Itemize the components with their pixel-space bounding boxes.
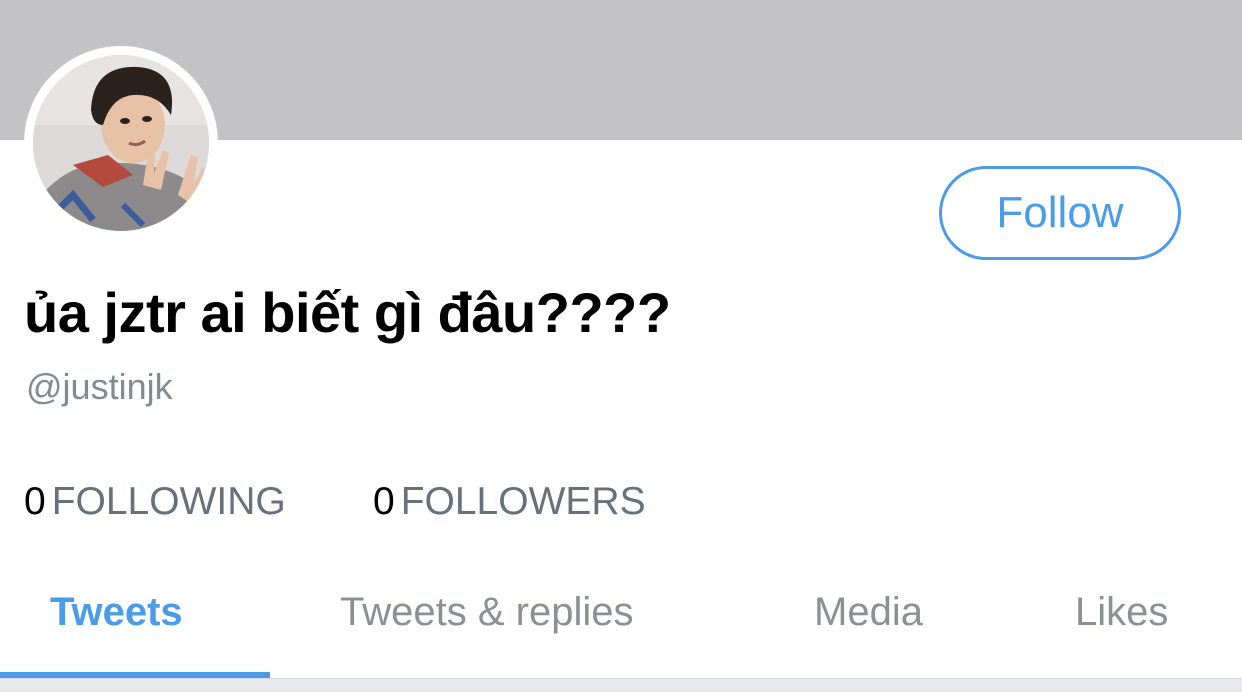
following-stat[interactable]: 0 FOLLOWING — [24, 480, 286, 524]
followers-count: 0 — [373, 480, 395, 523]
display-name: ủa jztr ai biết gì đâu???? — [24, 281, 671, 344]
tabs-divider — [0, 678, 1242, 692]
avatar-photo — [33, 55, 209, 231]
tab-tweets[interactable]: Tweets — [50, 590, 183, 635]
avatar[interactable] — [24, 46, 218, 240]
user-handle: @justinjk — [26, 366, 173, 407]
profile-page: Follow ủa jztr ai biết gì đâu???? @justi… — [0, 0, 1242, 692]
tab-media[interactable]: Media — [814, 590, 923, 635]
followers-label: FOLLOWERS — [400, 480, 646, 523]
following-count: 0 — [24, 480, 46, 523]
avatar-image — [33, 55, 209, 231]
profile-tabs: Tweets Tweets & replies Media Likes — [0, 560, 1242, 680]
tab-tweets-replies[interactable]: Tweets & replies — [340, 590, 633, 635]
follow-button[interactable]: Follow — [939, 166, 1181, 260]
following-label: FOLLOWING — [51, 480, 286, 523]
followers-stat[interactable]: 0 FOLLOWERS — [373, 480, 646, 524]
tab-likes[interactable]: Likes — [1075, 590, 1168, 635]
